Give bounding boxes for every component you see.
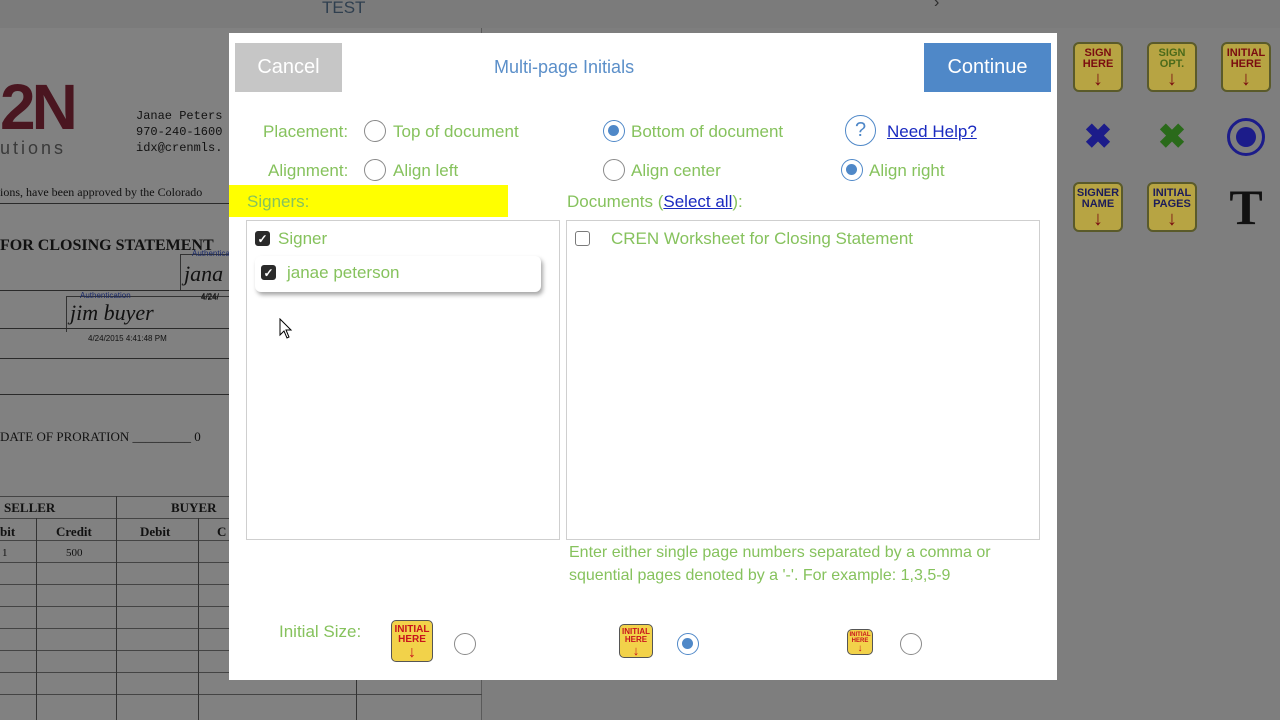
page-numbers-help: Enter either single page numbers separat… bbox=[569, 544, 991, 584]
contact-block: Janae Peters 970-240-1600 idx@crenmls. bbox=[136, 108, 222, 156]
confirm-x-green-icon[interactable]: ✖ bbox=[1147, 112, 1197, 162]
arrow-down-icon: ↓ bbox=[632, 643, 640, 658]
document-checkbox[interactable] bbox=[575, 231, 590, 246]
arrow-down-icon: ↓ bbox=[1167, 68, 1177, 90]
continue-button[interactable]: Continue bbox=[924, 43, 1051, 92]
signature-buyer-date: 4/24/ bbox=[201, 293, 219, 302]
tool-sign-optional[interactable]: SIGN OPT. ↓ bbox=[1147, 42, 1197, 92]
arrow-down-icon: ↓ bbox=[1093, 208, 1103, 230]
align-right-radio[interactable] bbox=[841, 159, 863, 181]
align-left-label[interactable]: Align left bbox=[393, 161, 458, 181]
mouse-cursor-icon bbox=[279, 318, 293, 339]
initial-size-medium-icon: INITIAL HERE ↓ bbox=[619, 624, 653, 658]
document-toolbar: TEST › bbox=[0, 0, 1280, 28]
help-icon[interactable]: ? bbox=[845, 115, 876, 146]
tool-sign-optional-label: SIGN OPT. bbox=[1158, 47, 1186, 70]
approval-text: ions, have been approved by the Colorado bbox=[0, 185, 203, 199]
initial-size-label: Initial Size: bbox=[279, 622, 362, 641]
signer-group-checkbox[interactable]: ✓ bbox=[255, 231, 270, 246]
placement-bottom-radio[interactable] bbox=[603, 120, 625, 142]
tool-initial-pages-label: INITIAL PAGES bbox=[1152, 187, 1192, 210]
contact-name: Janae Peters bbox=[136, 109, 223, 123]
placement-bottom-label[interactable]: Bottom of document bbox=[631, 122, 783, 142]
tool-sign-here[interactable]: SIGN HERE ↓ bbox=[1073, 42, 1123, 92]
dialog-title: Multi-page Initials bbox=[494, 57, 635, 77]
align-center-label[interactable]: Align center bbox=[631, 161, 721, 181]
table-col-c: C bbox=[217, 524, 227, 539]
placement-top-label[interactable]: Top of document bbox=[393, 122, 519, 142]
alignment-label: Alignment: bbox=[268, 161, 349, 180]
tool-sign-here-label: SIGN HERE bbox=[1082, 47, 1114, 70]
signer-name: janae peterson bbox=[287, 263, 400, 282]
signer-checkbox[interactable]: ✓ bbox=[261, 265, 276, 280]
table-head-buyer: BUYER bbox=[171, 500, 217, 515]
table-cell: 1 bbox=[2, 547, 8, 559]
tool-signer-name-label: SIGNER NAME bbox=[1076, 187, 1120, 210]
multipage-initials-dialog: Cancel Multi-page Initials Continue Plac… bbox=[229, 33, 1057, 680]
radio-tool-icon[interactable] bbox=[1221, 112, 1271, 162]
documents-label-suffix: ): bbox=[732, 192, 743, 211]
document-heading: FOR CLOSING STATEMENT bbox=[0, 237, 214, 254]
table-col-bit: bit bbox=[0, 524, 16, 539]
need-help-link[interactable]: Need Help? bbox=[887, 122, 977, 142]
documents-label: Documents (Select all): bbox=[567, 192, 743, 212]
placement-label: Placement: bbox=[263, 122, 349, 141]
initial-size-small-icon: INITIAL HERE ↓ bbox=[847, 629, 873, 655]
signer-row[interactable]: ✓ janae peterson bbox=[255, 256, 541, 292]
signer-group-label: Signer bbox=[278, 229, 328, 248]
arrow-down-icon: ↓ bbox=[408, 644, 416, 661]
table-col-debit: Debit bbox=[140, 524, 171, 539]
contact-email: idx@crenmls. bbox=[136, 141, 223, 155]
arrow-down-icon: ↓ bbox=[1241, 68, 1251, 90]
select-all-link[interactable]: Select all bbox=[663, 192, 732, 211]
document-name[interactable]: CREN Worksheet for Closing Statement bbox=[611, 229, 913, 249]
initial-size-large-radio[interactable] bbox=[454, 633, 476, 655]
signers-label: Signers: bbox=[247, 192, 310, 211]
tool-signer-name[interactable]: SIGNER NAME ↓ bbox=[1073, 182, 1123, 232]
text-tool-icon[interactable]: T bbox=[1221, 179, 1271, 235]
signature-buyer: jim buyer bbox=[70, 300, 154, 325]
initial-size-medium-text: INITIAL HERE bbox=[622, 627, 650, 644]
initial-size-large-icon: INITIAL HERE ↓ bbox=[391, 620, 433, 662]
initial-size-small-radio[interactable] bbox=[900, 633, 922, 655]
placement-top-radio[interactable] bbox=[364, 120, 386, 142]
align-left-radio[interactable] bbox=[364, 159, 386, 181]
signature-initial-top: jana bbox=[184, 261, 224, 286]
initial-size-large-text: INITIAL HERE bbox=[394, 624, 430, 645]
cancel-button[interactable]: Cancel bbox=[235, 43, 342, 92]
cren-logo: 2N bbox=[0, 71, 78, 143]
arrow-down-icon: ↓ bbox=[857, 643, 863, 654]
tool-initial-here-label: INITIAL HERE bbox=[1226, 47, 1266, 70]
documents-label-prefix: Documents ( bbox=[567, 192, 664, 211]
proration-line: DATE OF PRORATION _________ 0 bbox=[0, 429, 201, 444]
arrow-down-icon: ↓ bbox=[1167, 208, 1177, 230]
contact-phone: 970-240-1600 bbox=[136, 125, 223, 139]
cren-logo-subtitle: utions bbox=[0, 138, 67, 158]
chevron-right-icon: › bbox=[934, 0, 940, 11]
signature-timestamp: 4/24/2015 4:41:48 PM bbox=[88, 334, 167, 343]
align-right-label[interactable]: Align right bbox=[869, 161, 945, 181]
table-cell: 500 bbox=[66, 547, 83, 559]
delete-x-icon[interactable]: ✖ bbox=[1073, 112, 1123, 162]
align-center-radio[interactable] bbox=[603, 159, 625, 181]
arrow-down-icon: ↓ bbox=[1093, 68, 1103, 90]
auth-label-buyer: Authentication bbox=[80, 291, 131, 300]
documents-list[interactable] bbox=[566, 220, 1040, 540]
table-col-credit: Credit bbox=[56, 524, 92, 539]
toolbar-test-label: TEST bbox=[322, 0, 366, 17]
initial-size-medium-radio[interactable] bbox=[677, 633, 699, 655]
tool-initial-pages[interactable]: INITIAL PAGES ↓ bbox=[1147, 182, 1197, 232]
tool-initial-here[interactable]: INITIAL HERE ↓ bbox=[1221, 42, 1271, 92]
table-head-seller: SELLER bbox=[4, 500, 56, 515]
